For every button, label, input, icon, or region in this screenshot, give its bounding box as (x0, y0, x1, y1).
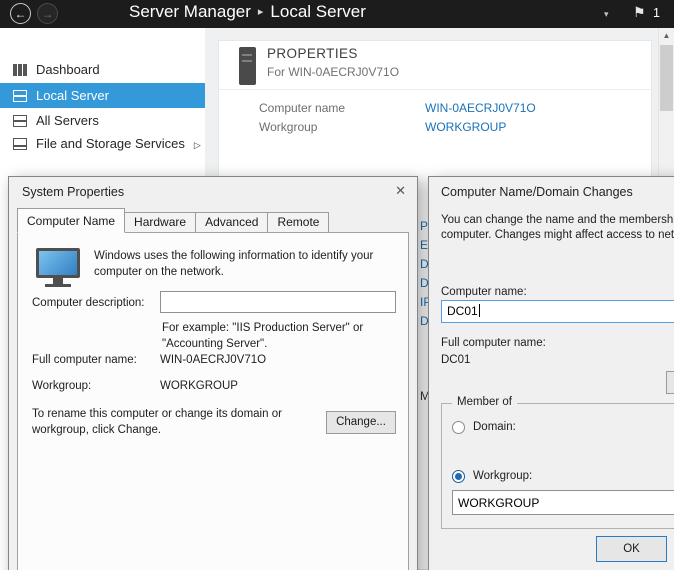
breadcrumb: Server Manager▸Local Server (129, 2, 366, 22)
domain-radio[interactable] (452, 421, 465, 434)
back-arrow-icon: ← (15, 7, 27, 21)
property-label: Computer name (259, 101, 345, 115)
servers-icon (13, 115, 27, 127)
scroll-up-icon[interactable]: ▲ (659, 31, 674, 40)
intro-line-2: computer. Changes might affect access to… (441, 228, 674, 244)
workgroup-radio-label[interactable]: Workgroup: (473, 469, 532, 485)
titlebar: ← → Server Manager▸Local Server ▾ ⚑ 1 (0, 0, 674, 28)
workgroup-value: WORKGROUP (160, 379, 238, 395)
breadcrumb-current[interactable]: Local Server (270, 2, 365, 21)
computer-description-label: Computer description: (32, 296, 145, 312)
full-computer-name-value: WIN-0AECRJ0V71O (160, 353, 266, 369)
sidebar-item-label: Dashboard (36, 62, 100, 77)
computer-name-tab-page: Windows uses the following information t… (17, 232, 409, 570)
back-button[interactable]: ← (10, 3, 31, 24)
ok-button[interactable]: OK (596, 536, 667, 562)
full-computer-name-value: DC01 (441, 353, 470, 369)
rename-hint-text: To rename this computer or change its do… (32, 407, 310, 438)
sidebar-item-label: File and Storage Services (36, 136, 185, 151)
computer-name-domain-changes-dialog: Computer Name/Domain Changes You can cha… (428, 176, 674, 570)
panel-subtitle: For WIN-0AECRJ0V71O (267, 65, 399, 79)
computer-name-input[interactable]: DC01 (441, 300, 674, 323)
workgroup-radio[interactable] (452, 470, 465, 483)
property-link-computer-name[interactable]: WIN-0AECRJ0V71O (425, 101, 536, 115)
more-button[interactable] (666, 371, 674, 394)
breadcrumb-root[interactable]: Server Manager (129, 2, 251, 21)
close-icon[interactable]: ✕ (395, 183, 406, 199)
server-manager-window: ← → Server Manager▸Local Server ▾ ⚑ 1 Da… (0, 0, 674, 570)
file-storage-icon (13, 138, 27, 150)
dialog-title: System Properties (22, 185, 124, 199)
sidebar-item-dashboard[interactable]: Dashboard (0, 58, 205, 82)
member-of-label: Member of (452, 396, 517, 408)
computer-name-label: Computer name: (441, 285, 527, 301)
sidebar-item-label: Local Server (36, 88, 109, 103)
description-example-text: For example: "IIS Production Server" or … (162, 321, 400, 352)
property-link-workgroup[interactable]: WORKGROUP (425, 120, 506, 134)
workgroup-label: Workgroup: (32, 379, 91, 395)
notification-flag-icon[interactable]: ⚑ (633, 4, 646, 21)
full-computer-name-label: Full computer name: (441, 336, 546, 352)
expand-chevron-icon[interactable]: ▷ (194, 140, 201, 150)
domain-radio-label[interactable]: Domain: (473, 420, 516, 436)
tab-advanced[interactable]: Advanced (195, 212, 268, 233)
server-icon (13, 90, 27, 102)
panel-title: PROPERTIES (267, 46, 358, 61)
dashboard-icon (13, 64, 27, 76)
sidebar-item-label: All Servers (36, 113, 99, 128)
change-button[interactable]: Change... (326, 411, 396, 434)
sidebar-item-file-storage-services[interactable]: File and Storage Services ▷ (0, 132, 205, 156)
system-properties-dialog: System Properties ✕ Computer Name Hardwa… (8, 176, 418, 570)
computer-description-input[interactable] (160, 291, 396, 313)
computer-monitor-icon (36, 248, 84, 290)
server-tile-icon (239, 47, 256, 85)
sidebar-item-all-servers[interactable]: All Servers (0, 109, 205, 133)
workgroup-input[interactable]: WORKGROUP (452, 490, 674, 515)
notification-count: 1 (653, 6, 660, 20)
tab-computer-name[interactable]: Computer Name (17, 208, 125, 233)
member-of-group: Member of Domain: Workgroup: WORKGROUP (441, 403, 674, 529)
forward-arrow-icon: → (42, 7, 54, 21)
divider (219, 89, 651, 90)
sidebar-item-local-server[interactable]: Local Server (0, 83, 205, 108)
chevron-down-icon[interactable]: ▾ (604, 9, 609, 20)
intro-line-1: You can change the name and the membersh… (441, 213, 674, 229)
breadcrumb-separator-icon: ▸ (251, 6, 271, 18)
dialog-title: Computer Name/Domain Changes (441, 185, 633, 199)
tab-remote[interactable]: Remote (267, 212, 329, 233)
text-cursor (479, 304, 480, 317)
scrollbar-thumb[interactable] (660, 45, 673, 111)
tab-strip: Computer Name Hardware Advanced Remote (17, 208, 328, 233)
intro-text: Windows uses the following information t… (94, 249, 399, 280)
full-computer-name-label: Full computer name: (32, 353, 137, 369)
property-label: Workgroup (259, 120, 317, 134)
tab-hardware[interactable]: Hardware (124, 212, 196, 233)
forward-button[interactable]: → (37, 3, 58, 24)
